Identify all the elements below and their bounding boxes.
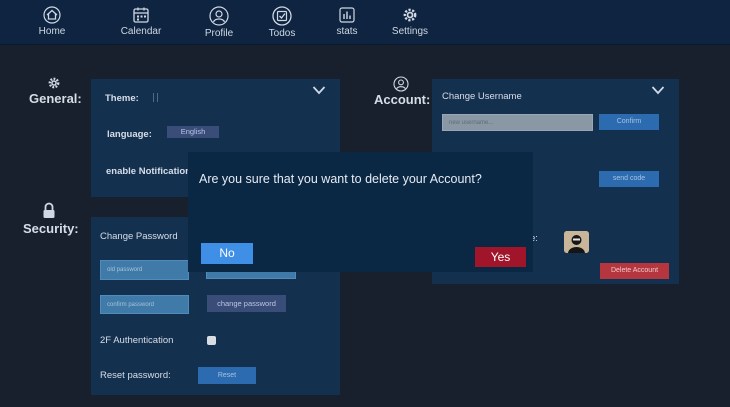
- confirm-username-button[interactable]: Confirm: [599, 114, 659, 130]
- calendar-icon: [133, 7, 149, 23]
- profile-icon: [209, 6, 229, 26]
- nav-profile-label: Profile: [204, 28, 234, 39]
- notifications-label: enable Notifications: [106, 166, 197, 177]
- chevron-down-icon[interactable]: [651, 85, 665, 95]
- username-input[interactable]: new username...: [442, 114, 593, 131]
- twofa-checkbox[interactable]: [207, 336, 216, 345]
- avatar[interactable]: [564, 231, 589, 253]
- dialog-question: Are you sure that you want to delete you…: [199, 172, 482, 186]
- language-select[interactable]: English: [167, 126, 219, 138]
- send-code-button[interactable]: send code: [599, 171, 659, 187]
- account-title: Account:: [374, 92, 431, 107]
- avatar-image: [564, 231, 589, 253]
- nav-home-label: Home: [38, 26, 66, 37]
- confirm-password-input[interactable]: confirm password: [100, 295, 189, 314]
- security-title: Security:: [23, 221, 79, 236]
- nav-todos[interactable]: Todos: [247, 6, 317, 39]
- reset-password-button[interactable]: Reset: [198, 367, 256, 384]
- yes-button[interactable]: Yes: [475, 247, 526, 267]
- home-icon: [43, 6, 61, 24]
- reset-password-label: Reset password:: [100, 370, 171, 381]
- todos-icon: [272, 6, 292, 26]
- old-password-input[interactable]: old password: [100, 260, 189, 280]
- lock-icon: [43, 202, 55, 218]
- stats-icon: [339, 7, 355, 23]
- nav-settings[interactable]: Settings: [375, 6, 445, 37]
- delete-account-dialog: Are you sure that you want to delete you…: [188, 152, 533, 272]
- no-button[interactable]: No: [201, 243, 253, 264]
- nav-calendar[interactable]: Calendar: [106, 6, 176, 37]
- chevron-down-icon[interactable]: [312, 85, 326, 95]
- theme-toggle[interactable]: [153, 93, 158, 102]
- nav-stats[interactable]: stats: [312, 6, 382, 37]
- change-password-button[interactable]: change password: [207, 295, 286, 312]
- twofa-label: 2F Authentication: [100, 335, 174, 346]
- language-label: language:: [107, 129, 152, 140]
- gear-icon: [403, 8, 417, 22]
- nav-profile[interactable]: Profile: [184, 6, 254, 39]
- general-title: General:: [29, 91, 82, 106]
- change-username-label: Change Username: [442, 91, 522, 102]
- top-nav: Home Calendar Profile Todos stats Settin…: [0, 0, 730, 45]
- account-icon: [393, 76, 409, 92]
- delete-account-button[interactable]: Delete Account: [600, 263, 669, 279]
- nav-settings-label: Settings: [391, 26, 429, 37]
- nav-calendar-label: Calendar: [120, 26, 162, 37]
- change-password-label: Change Password: [100, 231, 178, 242]
- theme-label: Theme:: [105, 93, 139, 104]
- nav-stats-label: stats: [336, 26, 358, 37]
- nav-home[interactable]: Home: [17, 6, 87, 37]
- nav-todos-label: Todos: [268, 28, 296, 39]
- gear-icon: [48, 77, 60, 89]
